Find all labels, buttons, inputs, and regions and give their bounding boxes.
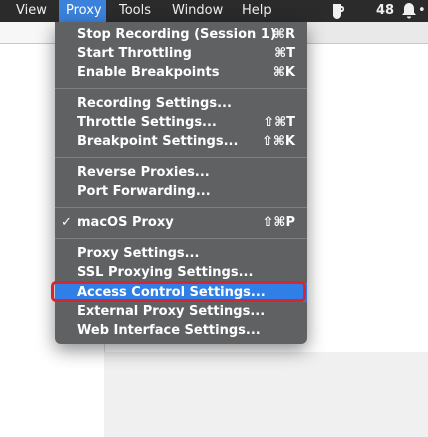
menu-item-label: Start Throttling: [77, 46, 192, 61]
menu-separator: [55, 207, 307, 208]
menu-item-shortcut: ⌘T: [274, 46, 295, 61]
menu-item-proxy-settings[interactable]: Proxy Settings...: [55, 244, 307, 263]
menu-item-label: Reverse Proxies...: [77, 165, 210, 180]
menu-item-external-proxy-settings[interactable]: External Proxy Settings...: [55, 302, 307, 321]
menu-tools[interactable]: Tools: [113, 0, 157, 22]
menu-view[interactable]: View: [10, 0, 53, 22]
menu-item-reverse-proxies[interactable]: Reverse Proxies...: [55, 163, 307, 182]
notification-dot: •: [418, 3, 426, 18]
menu-item-label: External Proxy Settings...: [77, 304, 266, 319]
menu-item-ssl-proxying-settings[interactable]: SSL Proxying Settings...: [55, 263, 307, 282]
menu-separator: [55, 238, 307, 239]
menu-item-throttle-settings[interactable]: Throttle Settings... ⇧⌘T: [55, 113, 307, 132]
menu-item-shortcut: ⌘R: [272, 27, 295, 42]
menu-item-port-forwarding[interactable]: Port Forwarding...: [55, 182, 307, 201]
menu-proxy[interactable]: Proxy: [59, 0, 106, 22]
menu-item-shortcut: ⇧⌘P: [262, 215, 295, 230]
detail-pane: [104, 352, 428, 437]
menu-item-label: SSL Proxying Settings...: [77, 265, 254, 280]
menu-item-label: Proxy Settings...: [77, 246, 200, 261]
menu-separator: [55, 88, 307, 89]
menu-separator: [55, 157, 307, 158]
menu-item-label: Recording Settings...: [77, 96, 232, 111]
menu-item-label: Breakpoint Settings...: [77, 134, 239, 149]
menu-item-label: Web Interface Settings...: [77, 323, 261, 338]
menu-item-recording-settings[interactable]: Recording Settings...: [55, 94, 307, 113]
menu-bar: View Proxy Tools Window Help 48 •: [0, 0, 428, 22]
menu-item-stop-recording[interactable]: Stop Recording (Session 1) ⌘R: [55, 25, 307, 44]
menu-item-label: Stop Recording (Session 1): [77, 27, 276, 42]
menu-item-shortcut: ⇧⌘T: [263, 115, 295, 130]
menu-item-shortcut: ⇧⌘K: [261, 134, 295, 149]
menu-item-web-interface-settings[interactable]: Web Interface Settings...: [55, 321, 307, 340]
menu-item-label: Port Forwarding...: [77, 184, 211, 199]
menu-item-breakpoint-settings[interactable]: Breakpoint Settings... ⇧⌘K: [55, 132, 307, 151]
menu-item-shortcut: ⌘K: [272, 65, 295, 80]
checkmark-icon: ✓: [61, 215, 72, 230]
menu-item-enable-breakpoints[interactable]: Enable Breakpoints ⌘K: [55, 63, 307, 82]
highlight-annotation: [51, 281, 306, 302]
menu-item-start-throttling[interactable]: Start Throttling ⌘T: [55, 44, 307, 63]
menu-item-macos-proxy[interactable]: ✓ macOS Proxy ⇧⌘P: [55, 213, 307, 232]
menu-window[interactable]: Window: [166, 0, 229, 22]
menu-item-label: macOS Proxy: [77, 215, 174, 230]
status-count[interactable]: 48: [376, 0, 394, 22]
menu-item-label: Throttle Settings...: [77, 115, 217, 130]
bell-icon[interactable]: [401, 0, 417, 22]
menu-help[interactable]: Help: [236, 0, 278, 22]
jug-icon[interactable]: [330, 0, 346, 22]
menu-item-label: Enable Breakpoints: [77, 65, 220, 80]
